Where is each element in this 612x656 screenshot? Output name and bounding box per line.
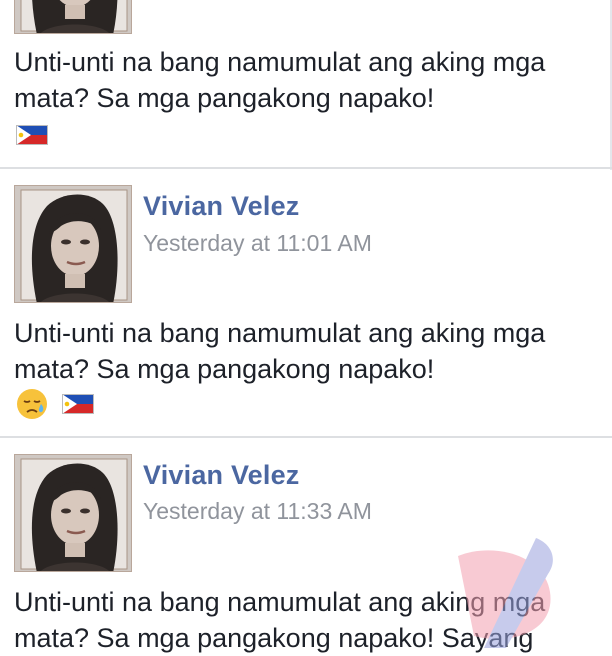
- post-2: Vivian Velez Yesterday at 11:01 AM Unti-…: [0, 169, 612, 437]
- watermark-logo: [458, 538, 553, 648]
- author-name[interactable]: Vivian Velez: [143, 191, 300, 222]
- post-timestamp[interactable]: Yesterday at 11:01 AM: [143, 230, 372, 257]
- avatar[interactable]: [14, 454, 132, 572]
- post-1: Unti-unti na bang namumulat ang aking mg…: [0, 0, 612, 170]
- post-text: Unti-unti na bang namumulat ang aking mg…: [14, 47, 546, 113]
- post-timestamp[interactable]: Yesterday at 11:33 AM: [143, 498, 372, 525]
- philippines-flag-icon: [62, 394, 94, 414]
- avatar[interactable]: [14, 0, 132, 34]
- philippines-flag-icon: [16, 125, 48, 145]
- post-emojis: [16, 389, 94, 419]
- sad-face-icon: [16, 388, 48, 420]
- avatar[interactable]: [14, 185, 132, 303]
- post-emojis: [16, 120, 48, 150]
- post-text: Unti-unti na bang namumulat ang aking mg…: [14, 318, 546, 384]
- author-name[interactable]: Vivian Velez: [143, 460, 300, 491]
